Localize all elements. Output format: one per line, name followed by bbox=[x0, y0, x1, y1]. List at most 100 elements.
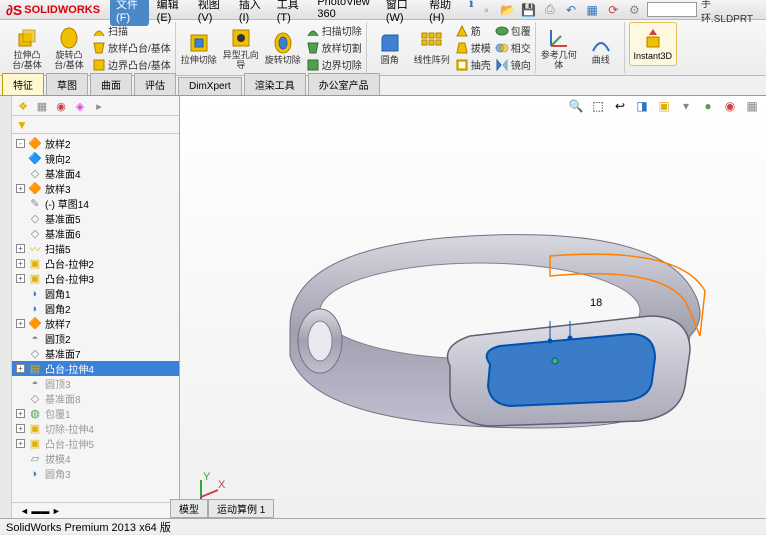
tree-item[interactable]: 🔷镜向2 bbox=[12, 151, 179, 166]
tree-item[interactable]: ◓圆顶3 bbox=[12, 376, 179, 391]
wrap-button[interactable]: 包覆 bbox=[495, 23, 531, 39]
tab-model[interactable]: 模型 bbox=[170, 499, 208, 518]
sweep-button[interactable]: 扫描 bbox=[92, 23, 171, 39]
tree-item[interactable]: ◇基准面5 bbox=[12, 211, 179, 226]
tab-surface[interactable]: 曲面 bbox=[90, 73, 132, 95]
tree-item[interactable]: +〰扫描5 bbox=[12, 241, 179, 256]
hole-wizard-button[interactable]: 异型孔向导 bbox=[222, 22, 260, 73]
tree-item[interactable]: +🔶放样3 bbox=[12, 181, 179, 196]
tree-item[interactable]: -🔶放样2 bbox=[12, 136, 179, 151]
tree-item[interactable]: +▣切除-拉伸4 bbox=[12, 421, 179, 436]
tab-motion-study[interactable]: 运动算例 1 bbox=[208, 499, 274, 518]
tree-item[interactable]: ◇基准面7 bbox=[12, 346, 179, 361]
tree-item[interactable]: ◗圆角1 bbox=[12, 286, 179, 301]
filter-icon[interactable]: ▼ bbox=[16, 118, 28, 132]
tree-tab-display-icon[interactable]: ◈ bbox=[71, 97, 89, 115]
feature-tree[interactable]: -🔶放样2🔷镜向2◇基准面4+🔶放样3✎(-) 草图14◇基准面5◇基准面6+〰… bbox=[12, 134, 179, 502]
appearance-icon[interactable]: ◉ bbox=[722, 98, 738, 114]
tree-item[interactable]: ◇基准面8 bbox=[12, 391, 179, 406]
tab-sketch[interactable]: 草图 bbox=[46, 73, 88, 95]
expand-icon[interactable]: - bbox=[16, 139, 25, 148]
tree-item[interactable]: +🔶放样7 bbox=[12, 316, 179, 331]
curves-button[interactable]: 曲线 bbox=[582, 22, 620, 73]
tree-item[interactable]: +▤凸台-拉伸4 bbox=[12, 361, 179, 376]
expand-icon[interactable]: + bbox=[16, 439, 25, 448]
expand-icon[interactable]: + bbox=[16, 364, 25, 373]
instant3d-button[interactable]: Instant3D bbox=[629, 22, 677, 66]
display-style-icon[interactable]: ▾ bbox=[678, 98, 694, 114]
tab-evaluate[interactable]: 评估 bbox=[134, 73, 176, 95]
cut-icon: ▣ bbox=[28, 272, 42, 286]
options-icon[interactable]: ⚙ bbox=[626, 1, 643, 19]
sweep-cut-button[interactable]: 扫描切除 bbox=[306, 23, 362, 39]
pattern-button[interactable]: 线性阵列 bbox=[413, 22, 451, 73]
revolve-boss-button[interactable]: 旋转凸台/基体 bbox=[50, 22, 88, 73]
expand-icon[interactable]: + bbox=[16, 409, 25, 418]
loft-cut-button[interactable]: 放样切割 bbox=[306, 40, 362, 56]
plane-icon: ◇ bbox=[28, 392, 42, 406]
rib-button[interactable]: 筋 bbox=[455, 23, 491, 39]
boundary-boss-button[interactable]: 边界凸台/基体 bbox=[92, 57, 171, 73]
tab-office[interactable]: 办公室产品 bbox=[308, 73, 380, 95]
sketch-icon: ✎ bbox=[28, 197, 42, 211]
fillet-button[interactable]: 圆角 bbox=[371, 22, 409, 73]
tree-item[interactable]: ◇基准面6 bbox=[12, 226, 179, 241]
tree-tab-property-icon[interactable]: ▦ bbox=[33, 97, 51, 115]
select-icon[interactable]: ▦ bbox=[584, 1, 601, 19]
tab-render[interactable]: 渲染工具 bbox=[244, 73, 306, 95]
loft-boss-button[interactable]: 放样凸台/基体 bbox=[92, 40, 171, 56]
tab-dimxpert[interactable]: DimXpert bbox=[178, 77, 242, 95]
view-orient-icon[interactable]: ▣ bbox=[656, 98, 672, 114]
tree-item[interactable]: ◗圆角2 bbox=[12, 301, 179, 316]
tab-features[interactable]: 特征 bbox=[2, 73, 44, 95]
tree-item[interactable]: ▱拔模4 bbox=[12, 451, 179, 466]
3d-viewport[interactable]: 🔍 ⬚ ↩ ◨ ▣ ▾ ● ◉ ▦ bbox=[180, 96, 766, 518]
draft-button[interactable]: 拔模 bbox=[455, 40, 491, 56]
tree-item[interactable]: +▣凸台-拉伸5 bbox=[12, 436, 179, 451]
hide-show-icon[interactable]: ● bbox=[700, 98, 716, 114]
prev-view-icon[interactable]: ↩ bbox=[612, 98, 628, 114]
expand-icon[interactable]: + bbox=[16, 259, 25, 268]
section-icon[interactable]: ◨ bbox=[634, 98, 650, 114]
tree-tab-config-icon[interactable]: ◉ bbox=[52, 97, 70, 115]
rebuild-icon[interactable]: ⟳ bbox=[605, 1, 622, 19]
help-icon[interactable]: ℹ bbox=[465, 0, 478, 12]
mirror-button[interactable]: 镜向 bbox=[495, 57, 531, 73]
search-input[interactable] bbox=[647, 2, 697, 17]
expand-icon[interactable]: + bbox=[16, 319, 25, 328]
tree-scroll[interactable]: ◄ ▬▬ ► bbox=[12, 502, 179, 518]
expand-icon[interactable]: + bbox=[16, 274, 25, 283]
tree-item[interactable]: ◗圆角3 bbox=[12, 466, 179, 481]
zoom-fit-icon[interactable]: 🔍 bbox=[568, 98, 584, 114]
zoom-area-icon[interactable]: ⬚ bbox=[590, 98, 606, 114]
tree-item[interactable]: ✎(-) 草图14 bbox=[12, 196, 179, 211]
open-icon[interactable]: 📂 bbox=[499, 1, 516, 19]
ref-geometry-button[interactable]: 参考几何体 bbox=[540, 22, 578, 73]
expand-icon[interactable]: + bbox=[16, 184, 25, 193]
tree-tab-feature-icon[interactable]: ❖ bbox=[14, 97, 32, 115]
undo-icon[interactable]: ↶ bbox=[562, 1, 579, 19]
tree-item[interactable]: +▣凸台-拉伸2 bbox=[12, 256, 179, 271]
tree-tab-render-icon[interactable]: ▸ bbox=[90, 97, 108, 115]
scene-icon[interactable]: ▦ bbox=[744, 98, 760, 114]
tree-item[interactable]: +▣凸台-拉伸3 bbox=[12, 271, 179, 286]
extrude-boss-button[interactable]: 拉伸凸台/基体 bbox=[8, 22, 46, 73]
tree-item-label: 拔模4 bbox=[45, 451, 71, 466]
tree-item[interactable]: +◍包覆1 bbox=[12, 406, 179, 421]
tree-item-label: 扫描5 bbox=[45, 241, 71, 256]
tree-item-label: 基准面8 bbox=[45, 391, 81, 406]
boundary-cut-button[interactable]: 边界切除 bbox=[306, 57, 362, 73]
expand-icon[interactable]: + bbox=[16, 244, 25, 253]
extrude-cut-button[interactable]: 拉伸切除 bbox=[180, 22, 218, 73]
revolve-cut-button[interactable]: 旋转切除 bbox=[264, 22, 302, 73]
flyout-bar[interactable] bbox=[0, 96, 12, 518]
new-icon[interactable]: ▫ bbox=[478, 1, 495, 19]
main-area: ❖ ▦ ◉ ◈ ▸ ▼ -🔶放样2🔷镜向2◇基准面4+🔶放样3✎(-) 草图14… bbox=[0, 96, 766, 518]
save-icon[interactable]: 💾 bbox=[520, 1, 537, 19]
expand-icon[interactable]: + bbox=[16, 424, 25, 433]
print-icon[interactable]: ⎙ bbox=[541, 1, 558, 19]
intersect-button[interactable]: 相交 bbox=[495, 40, 531, 56]
tree-item[interactable]: ◓圆顶2 bbox=[12, 331, 179, 346]
shell-button[interactable]: 抽壳 bbox=[455, 57, 491, 73]
tree-item[interactable]: ◇基准面4 bbox=[12, 166, 179, 181]
